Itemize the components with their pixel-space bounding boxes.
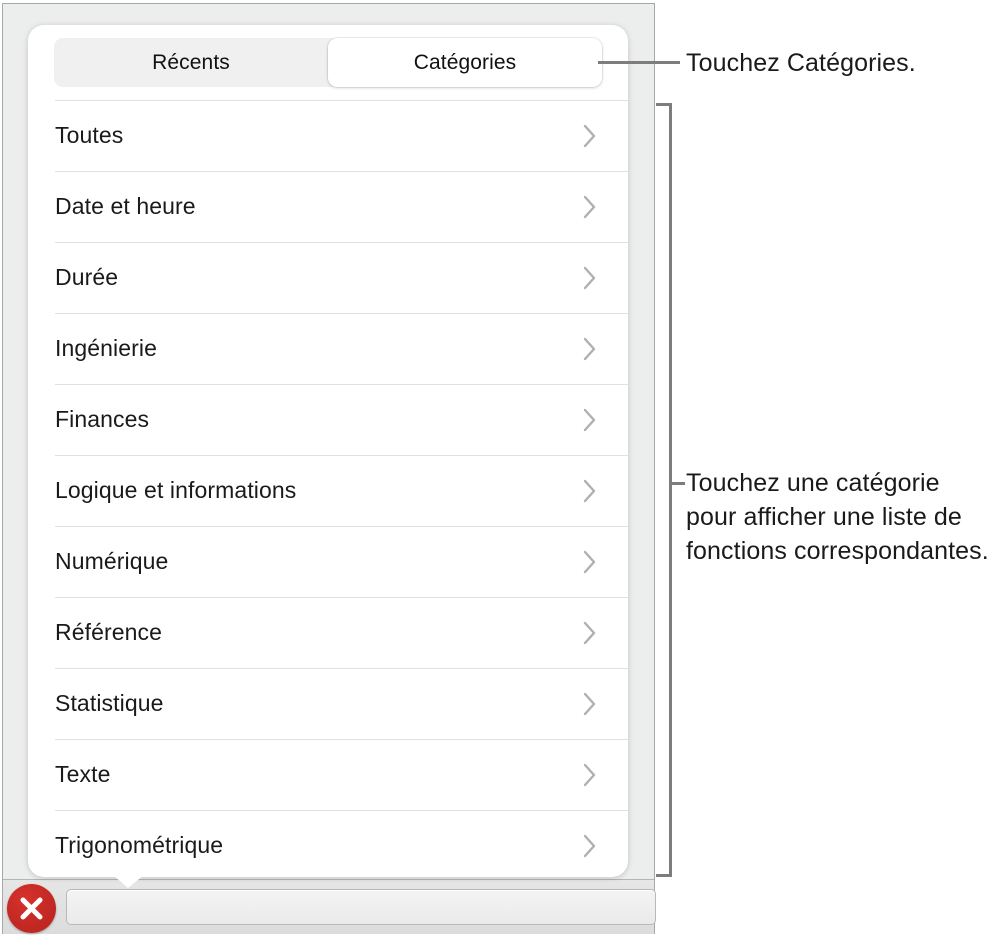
popover-tail (98, 862, 160, 888)
list-item-label: Numérique (55, 548, 169, 574)
list-item-label: Trigonométrique (55, 832, 224, 858)
chevron-right-icon (583, 763, 597, 787)
list-item[interactable]: Statistique (28, 668, 628, 739)
list-item[interactable]: Ingénierie (28, 313, 628, 384)
chevron-right-icon (583, 408, 597, 432)
tab-categories-label: Catégories (413, 50, 517, 74)
callout-text-1: Touchez Catégories. (686, 49, 916, 77)
list-item-label: Texte (55, 761, 111, 787)
chevron-right-icon (583, 834, 597, 858)
list-item[interactable]: Texte (28, 739, 628, 810)
list-item[interactable]: Numérique (28, 526, 628, 597)
chevron-right-icon (583, 266, 597, 290)
list-item-label: Ingénierie (55, 335, 158, 361)
screenshot-root: Récents Catégories Toutes Date et heure (0, 0, 995, 936)
list-item[interactable]: Toutes (28, 100, 628, 171)
list-item[interactable]: Logique et informations (28, 455, 628, 526)
chevron-right-icon (583, 621, 597, 645)
tab-categories[interactable]: Catégories (328, 38, 602, 87)
callout-leader-line-2 (671, 482, 685, 485)
list-item-label: Finances (55, 406, 150, 432)
callout-text-2: Touchez une catégorie pour afficher une … (686, 469, 989, 565)
function-browser-tabs: Récents Catégories (54, 38, 602, 87)
tab-recents[interactable]: Récents (54, 38, 328, 87)
callout-leader-line-1 (598, 61, 680, 64)
chevron-right-icon (583, 692, 597, 716)
formula-input[interactable] (66, 889, 656, 925)
list-item[interactable]: Finances (28, 384, 628, 455)
close-button[interactable] (7, 884, 56, 933)
list-item-label: Logique et informations (55, 477, 297, 503)
chevron-right-icon (583, 124, 597, 148)
category-list: Toutes Date et heure Durée Ingénierie Fi… (28, 100, 628, 877)
list-item[interactable]: Date et heure (28, 171, 628, 242)
chevron-right-icon (583, 195, 597, 219)
chevron-right-icon (583, 550, 597, 574)
list-item-label: Toutes (55, 122, 124, 148)
function-browser-popover: Récents Catégories Toutes Date et heure (28, 25, 628, 877)
tab-recents-label: Récents (152, 50, 230, 74)
list-item-label: Durée (55, 264, 119, 290)
chevron-right-icon (583, 337, 597, 361)
list-item[interactable]: Référence (28, 597, 628, 668)
list-item-label: Statistique (55, 690, 164, 716)
list-item-label: Date et heure (55, 193, 196, 219)
list-item-label: Référence (55, 619, 163, 645)
list-item[interactable]: Durée (28, 242, 628, 313)
callout-bracket (656, 103, 672, 877)
chevron-right-icon (583, 479, 597, 503)
